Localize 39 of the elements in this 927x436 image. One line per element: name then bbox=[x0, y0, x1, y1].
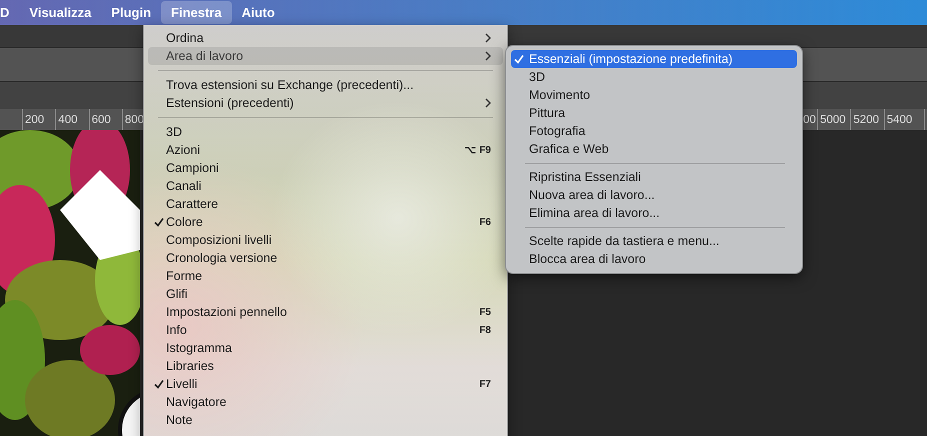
menu-bar-item[interactable]: Aiuto bbox=[232, 1, 285, 24]
menu-item[interactable]: Livelli F7 bbox=[148, 375, 503, 393]
menu-item[interactable]: Ripristina Essenziali bbox=[511, 168, 797, 186]
menu-item[interactable]: Navigatore bbox=[148, 393, 503, 411]
menu-item[interactable]: Area di lavoro bbox=[148, 47, 503, 65]
menu-item[interactable]: Carattere bbox=[148, 195, 503, 213]
menu-item[interactable]: Glifi bbox=[148, 285, 503, 303]
menu-item[interactable]: Pittura bbox=[511, 104, 797, 122]
menu-item[interactable]: Note bbox=[148, 411, 503, 429]
menu-item[interactable]: Colore F6 bbox=[148, 213, 503, 231]
menu-bar-item[interactable]: D bbox=[0, 1, 20, 24]
ruler-label: 00 bbox=[802, 112, 817, 128]
menu-item[interactable]: Info F8 bbox=[148, 321, 503, 339]
chevron-right-icon bbox=[485, 98, 491, 108]
menu-item[interactable]: Estensioni (precedenti) bbox=[148, 94, 503, 112]
menu-item[interactable]: Nuova area di lavoro... bbox=[511, 186, 797, 204]
menu-item[interactable]: Essenziali (impostazione predefinita) bbox=[511, 50, 797, 68]
menu-item[interactable]: Campioni bbox=[148, 159, 503, 177]
menu-item[interactable]: Fotografia bbox=[511, 122, 797, 140]
menu-bar-item[interactable]: Plugin bbox=[101, 1, 162, 24]
menu-item[interactable]: Trova estensioni su Exchange (precedenti)... bbox=[148, 76, 503, 94]
checkmark-icon bbox=[154, 379, 164, 389]
menu-item[interactable]: 3D bbox=[511, 68, 797, 86]
checkmark-icon bbox=[154, 217, 164, 227]
menu-item[interactable]: Istogramma bbox=[148, 339, 503, 357]
menu-item[interactable]: Blocca area di lavoro bbox=[511, 250, 797, 268]
menu-item[interactable]: Grafica e Web bbox=[511, 140, 797, 158]
menu-bar-item[interactable]: Visualizza bbox=[19, 1, 102, 24]
menu-item[interactable]: Movimento bbox=[511, 86, 797, 104]
menu-item[interactable]: Cronologia versione bbox=[148, 249, 503, 267]
menu-item[interactable]: Libraries bbox=[148, 357, 503, 375]
menu-item[interactable]: Elimina area di lavoro... bbox=[511, 204, 797, 222]
menu-item[interactable]: Composizioni livelli bbox=[148, 231, 503, 249]
menu-item[interactable]: Forme bbox=[148, 267, 503, 285]
menu-item[interactable]: Impostazioni pennello F5 bbox=[148, 303, 503, 321]
menu-item[interactable]: Canali bbox=[148, 177, 503, 195]
checkmark-icon bbox=[514, 54, 524, 64]
menu-item[interactable]: Azioni ⌥ F9 bbox=[148, 141, 503, 159]
menu-item[interactable]: Scelte rapide da tastiera e menu... bbox=[511, 232, 797, 250]
